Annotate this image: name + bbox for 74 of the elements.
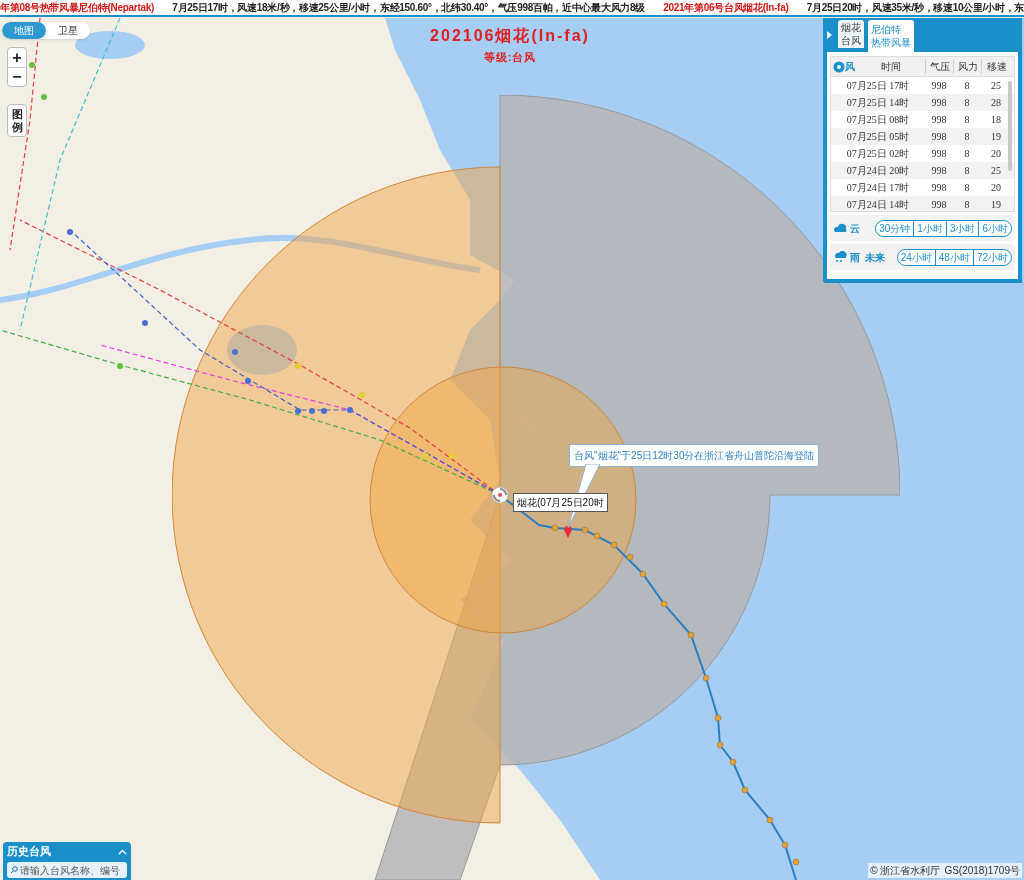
table-cell-text: 8 — [963, 130, 971, 144]
collapse-chevron-icon[interactable] — [118, 849, 127, 855]
map-type-tab[interactable]: 地图 — [2, 22, 46, 39]
panel-title: 历史台风 — [7, 844, 51, 860]
table-cell-text: 8 — [963, 164, 971, 178]
legend-button[interactable]: 图例 — [7, 104, 27, 138]
table-cell-text: 8 — [963, 181, 971, 195]
icon-label: 风 — [845, 60, 855, 74]
typhoon-details: 7月25日17时，风速18米/秒，移速25公里/小时，东经150.60°，北纬30.40°，气压998百帕，近中心最大风力8级 — [172, 1, 645, 15]
table-cell-text: 28 — [990, 96, 1002, 110]
typhoon-icon — [833, 60, 845, 73]
license-text: GS(2018)1709号 — [944, 864, 1020, 878]
table-cell-text: 07月25日 05时 — [845, 130, 911, 144]
table-cell-text: 998 — [930, 147, 948, 161]
table-cell-text: 25 — [990, 164, 1002, 178]
time-range-button[interactable]: 6小时 — [978, 220, 1011, 236]
table-cell-text: 20 — [990, 181, 1002, 195]
column-header: 风力 — [953, 59, 981, 74]
time-range-button[interactable]: 24小时 — [897, 249, 935, 265]
time-range-button[interactable]: 48小时 — [934, 249, 973, 265]
icon-label: 雨 — [850, 250, 860, 265]
typhoon-title: 202106烟花(In-fa) — [430, 26, 590, 46]
table-cell-text: 998 — [930, 181, 948, 195]
table-cell-text: 998 — [930, 198, 948, 211]
typhoon-name: 年第08号热带风暴尼伯特(Nepartak) — [0, 1, 154, 15]
search-icon — [10, 866, 18, 874]
table-cell-text: 07月25日 14时 — [845, 96, 911, 110]
rain-cloud-icon — [833, 251, 847, 263]
column-header: 时间 — [880, 60, 902, 74]
table-cell-text: 19 — [990, 198, 1002, 211]
column-header: 气压 — [925, 59, 953, 74]
copyright-text: © 浙江省水利厅 — [870, 864, 941, 878]
table-cell-text: 8 — [963, 147, 971, 161]
table-cell-text: 07月24日 20时 — [845, 164, 911, 178]
cloud-icon — [833, 222, 847, 234]
forecast-label: 未来 — [865, 250, 885, 265]
table-cell-text: 07月25日 17时 — [845, 79, 911, 93]
table-cell-text: 8 — [963, 79, 971, 93]
table-cell-text: 07月24日 17时 — [845, 181, 911, 195]
typhoon-details: 7月25日20时，风速35米/秒，移速10公里/小时，东 — [806, 1, 1024, 15]
time-range-button[interactable]: 3小时 — [945, 220, 979, 236]
table-cell-text: 20 — [990, 147, 1002, 161]
table-cell-text: 19 — [990, 130, 1002, 144]
typhoon-position-label: 烟花(07月25日20时 — [513, 493, 608, 512]
table-cell-text: 998 — [930, 164, 948, 178]
table-cell-text: 18 — [990, 113, 1002, 127]
scrollbar[interactable] — [1008, 81, 1012, 171]
zoom-out-button[interactable]: − — [8, 67, 26, 86]
typhoon-level: 等级:台风 — [483, 50, 537, 65]
table-cell-text: 07月24日 14时 — [845, 198, 911, 211]
location-pin-icon — [563, 524, 573, 538]
zoom-in-button[interactable]: + — [8, 48, 26, 67]
time-range-button[interactable]: 30分钟 — [876, 220, 914, 236]
typhoon-tab[interactable]: 尼伯特 热带风暴 — [868, 20, 914, 52]
table-cell-text: 8 — [963, 96, 971, 110]
table-cell-text: 8 — [963, 198, 971, 211]
typhoon-name: 2021年第06号台风烟花(In-fa) — [663, 1, 789, 15]
table-cell-text: 07月25日 02时 — [845, 147, 911, 161]
column-header: 移速 — [981, 59, 1011, 74]
typhoon-tab[interactable]: 烟花 台风 — [838, 20, 864, 48]
table-cell-text: 07月25日 08时 — [845, 113, 911, 127]
search-field[interactable]: 请输入台风名称、编号 — [7, 862, 127, 878]
expand-arrow-icon[interactable] — [827, 31, 832, 39]
typhoon-icon — [491, 486, 509, 504]
table-cell-text: 25 — [990, 79, 1002, 93]
table-cell-text: 998 — [930, 130, 948, 144]
table-cell-text: 8 — [963, 113, 971, 127]
time-range-button[interactable]: 72小时 — [972, 249, 1011, 265]
map-type-tab[interactable]: 卫星 — [46, 22, 90, 39]
icon-label: 云 — [850, 221, 860, 236]
table-cell-text: 998 — [930, 113, 948, 127]
time-range-button[interactable]: 1小时 — [913, 220, 946, 236]
table-cell-text: 998 — [930, 96, 948, 110]
table-cell-text: 998 — [930, 79, 948, 93]
